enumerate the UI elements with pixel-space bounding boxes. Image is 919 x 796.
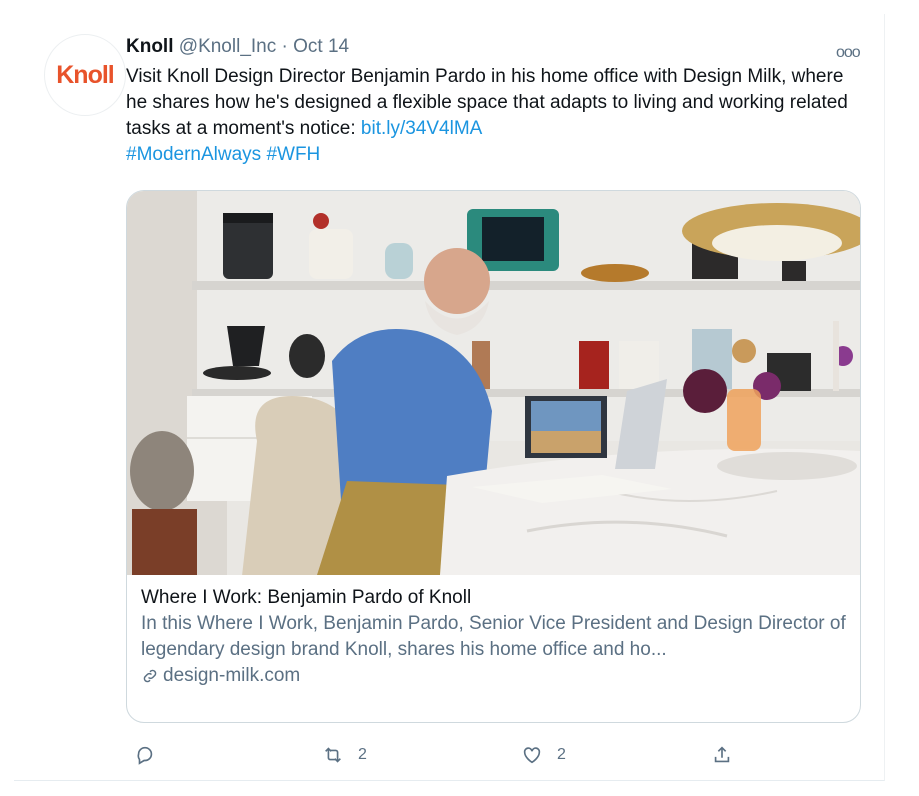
tweet-link[interactable]: bit.ly/34V4lMA — [361, 118, 482, 139]
card-title: Where I Work: Benjamin Pardo of Knoll — [141, 587, 472, 608]
share-button[interactable] — [711, 744, 747, 766]
retweet-button[interactable]: 2 — [322, 744, 367, 766]
heart-icon — [523, 747, 541, 764]
card-image[interactable] — [127, 191, 860, 575]
author-name[interactable]: Knoll — [126, 36, 174, 57]
avatar[interactable]: Knoll — [44, 34, 126, 116]
knoll-logo: Knoll — [56, 60, 114, 89]
tweet-actions: 2 2 — [126, 744, 866, 774]
card-domain-text: design-milk.com — [163, 665, 301, 686]
tweet-date[interactable]: Oct 14 — [293, 36, 349, 57]
card-text: Where I Work: Benjamin Pardo of Knoll In… — [127, 575, 860, 689]
reply-button[interactable] — [134, 744, 170, 766]
hashtag-wfh[interactable]: #WFH — [266, 144, 320, 165]
tweet-text-main: Visit Knoll Design Director Benjamin Par… — [126, 66, 848, 139]
link-icon — [143, 669, 157, 683]
retweet-icon — [325, 747, 341, 763]
tweet[interactable]: Knoll Knoll @Knoll_Inc · Oct 14 ooo Visi… — [14, 14, 885, 781]
card-domain: design-milk.com — [141, 663, 846, 689]
tweet-text: Visit Knoll Design Director Benjamin Par… — [126, 64, 861, 168]
retweet-count: 2 — [358, 746, 367, 763]
like-count: 2 — [557, 746, 566, 763]
like-button[interactable]: 2 — [521, 744, 566, 766]
reply-icon — [137, 746, 153, 765]
card-description: In this Where I Work, Benjamin Pardo, Se… — [141, 613, 846, 660]
hashtag-modernalways[interactable]: #ModernAlways — [126, 144, 261, 165]
link-card[interactable]: Where I Work: Benjamin Pardo of Knoll In… — [126, 190, 861, 723]
author-handle[interactable]: @Knoll_Inc — [179, 36, 276, 57]
header-separator: · — [281, 36, 288, 57]
share-icon — [714, 746, 730, 763]
tweet-header: Knoll @Knoll_Inc · Oct 14 — [126, 34, 349, 60]
more-options-icon[interactable]: ooo — [836, 44, 861, 62]
